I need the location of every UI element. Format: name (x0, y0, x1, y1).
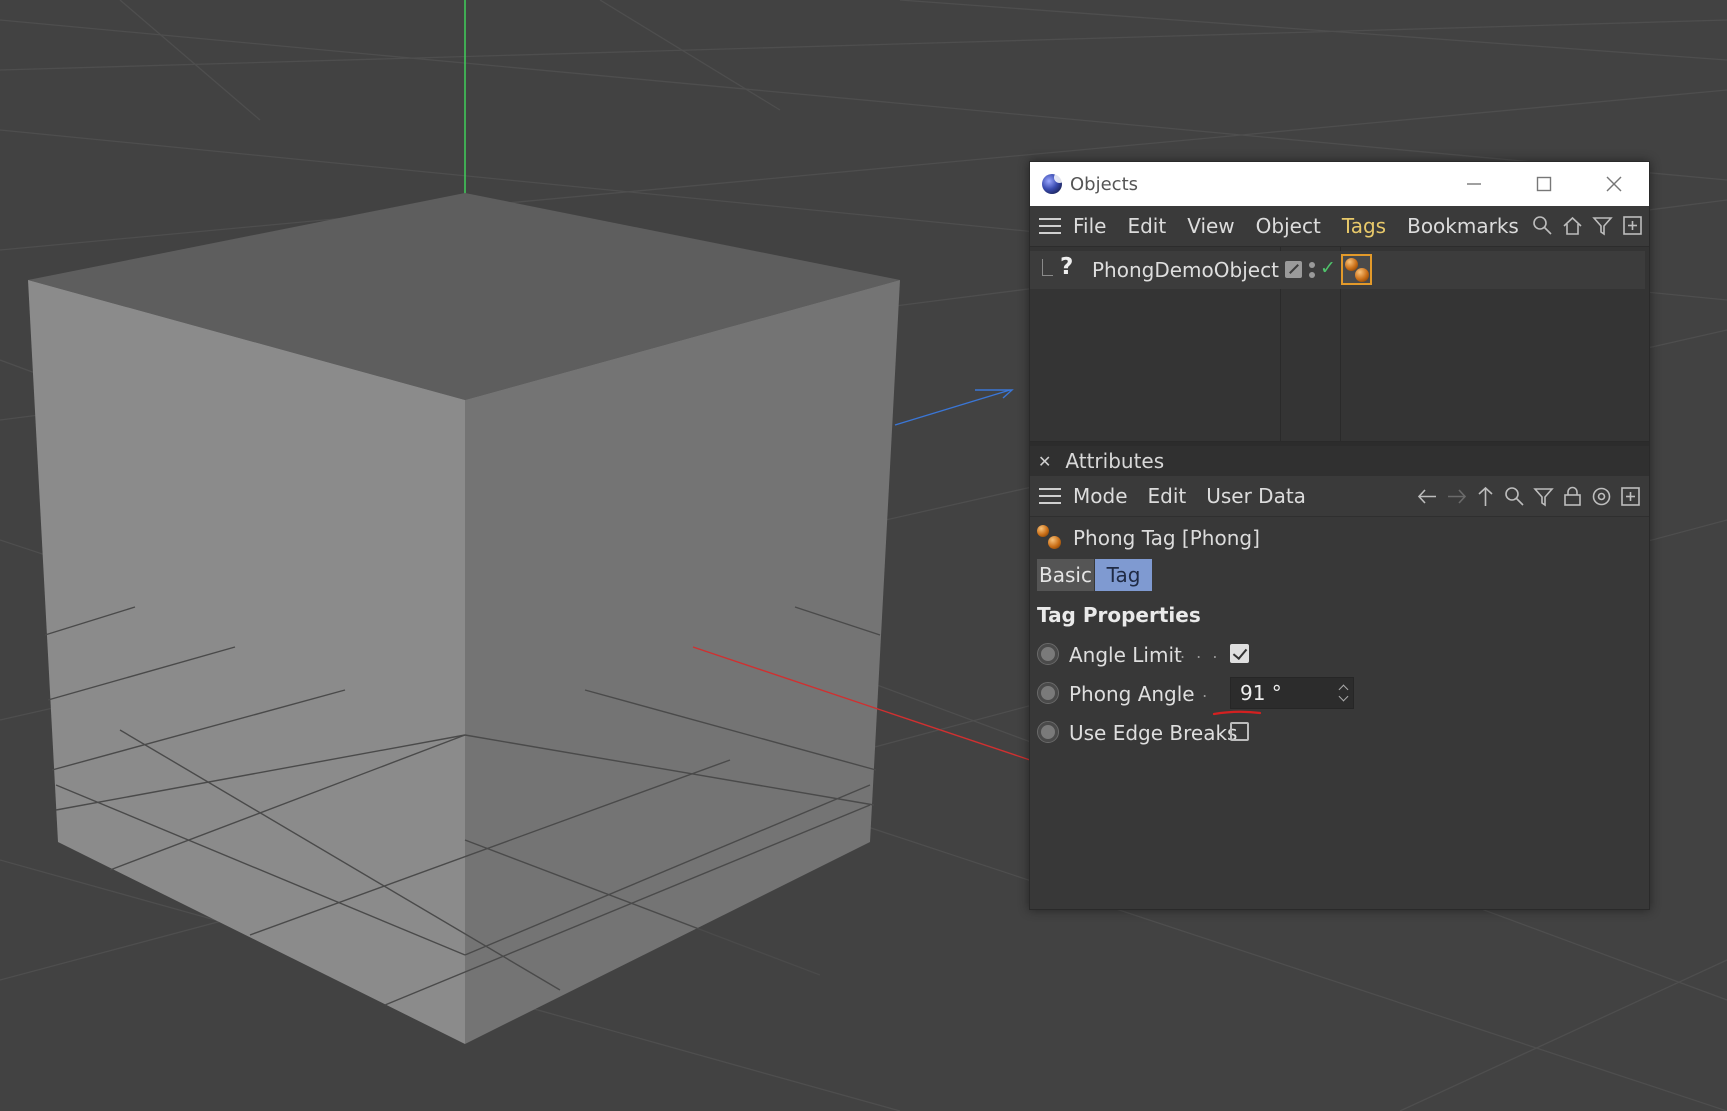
attributes-header: ✕ Attributes (1030, 442, 1649, 476)
maximize-icon (1536, 176, 1552, 192)
target-icon[interactable] (1591, 486, 1612, 507)
menu-edit[interactable]: Edit (1148, 484, 1187, 508)
use-edge-breaks-checkbox[interactable] (1230, 722, 1249, 741)
property-use-edge-breaks: Use Edge Breaks (1030, 713, 1649, 752)
tree-branch-line (1042, 259, 1053, 276)
menu-mode[interactable]: Mode (1073, 484, 1128, 508)
property-dots: . . (1186, 682, 1211, 701)
hamburger-menu-icon[interactable] (1039, 488, 1061, 504)
question-mark-icon: ? (1060, 254, 1074, 280)
close-panel-icon[interactable]: ✕ (1038, 452, 1051, 471)
forward-arrow-icon[interactable] (1446, 486, 1467, 507)
filter-icon[interactable] (1533, 486, 1554, 507)
phong-angle-input[interactable]: 91 ° (1230, 677, 1354, 709)
property-label: Use Edge Breaks (1069, 721, 1238, 745)
close-icon (1606, 176, 1622, 192)
property-label: Angle Limit (1069, 643, 1182, 667)
hamburger-menu-icon[interactable] (1039, 218, 1061, 234)
lock-icon[interactable] (1562, 486, 1583, 507)
visibility-dots-icon[interactable] (1309, 261, 1317, 279)
section-title: Tag Properties (1030, 593, 1649, 635)
minimize-icon (1467, 183, 1481, 185)
filter-icon[interactable] (1592, 215, 1613, 236)
section-title-text: Tag Properties (1037, 603, 1201, 627)
enabled-check-icon[interactable]: ✓ (1320, 257, 1336, 279)
animation-radio-button[interactable] (1037, 682, 1059, 704)
up-arrow-icon[interactable] (1475, 486, 1496, 507)
window-titlebar[interactable]: Objects (1030, 162, 1649, 206)
search-icon[interactable] (1504, 486, 1525, 507)
minimize-button[interactable] (1439, 162, 1509, 206)
objects-menubar: File Edit View Object Tags Bookmarks (1030, 206, 1649, 247)
cinema4d-logo-icon (1042, 172, 1065, 194)
object-name[interactable]: PhongDemoObject (1092, 258, 1279, 282)
window-title: Objects (1070, 173, 1139, 195)
phong-angle-value: 91 ° (1240, 681, 1282, 705)
cube-left-face[interactable] (28, 280, 465, 1044)
property-angle-limit: Angle Limit . . . (1030, 635, 1649, 674)
home-icon[interactable] (1562, 215, 1583, 236)
maximize-button[interactable] (1509, 162, 1579, 206)
tab-basic[interactable]: Basic (1037, 559, 1094, 591)
menu-bookmarks[interactable]: Bookmarks (1407, 214, 1519, 238)
menu-object[interactable]: Object (1256, 214, 1321, 238)
new-panel-icon[interactable] (1622, 215, 1643, 236)
back-arrow-icon[interactable] (1417, 486, 1438, 507)
object-list[interactable]: ? PhongDemoObject ✓ (1030, 247, 1649, 442)
attribute-tabs: Basic Tag (1030, 557, 1649, 593)
spinner-arrows-icon[interactable] (1339, 683, 1349, 703)
phong-tag-icon[interactable] (1341, 254, 1372, 285)
property-dots: . . . (1180, 643, 1221, 662)
close-button[interactable] (1579, 162, 1649, 206)
angle-limit-checkbox[interactable] (1230, 644, 1249, 663)
property-label: Phong Angle (1069, 682, 1195, 706)
cube-right-face[interactable] (465, 280, 900, 1044)
menu-file[interactable]: File (1073, 214, 1106, 238)
tag-title: Phong Tag [Phong] (1073, 526, 1260, 550)
search-icon[interactable] (1532, 215, 1553, 236)
new-panel-icon[interactable] (1620, 486, 1641, 507)
animation-radio-button[interactable] (1037, 643, 1059, 665)
phong-tag-icon (1037, 525, 1065, 553)
attributes-menubar: Mode Edit User Data (1030, 476, 1649, 517)
tab-tag[interactable]: Tag (1095, 559, 1152, 591)
menu-edit[interactable]: Edit (1127, 214, 1166, 238)
editable-icon[interactable] (1285, 261, 1302, 278)
property-phong-angle: Phong Angle . . 91 ° (1030, 674, 1649, 716)
menu-view[interactable]: View (1187, 214, 1234, 238)
animation-radio-button[interactable] (1037, 721, 1059, 743)
menu-tags[interactable]: Tags (1342, 214, 1386, 238)
attributes-title: Attributes (1065, 449, 1165, 473)
attributes-object-title: Phong Tag [Phong] (1030, 517, 1649, 557)
z-axis (894, 389, 1011, 426)
object-row[interactable]: ? PhongDemoObject ✓ (1030, 251, 1645, 289)
objects-window: Objects File Edit View Object Tags Bookm… (1029, 161, 1650, 910)
menu-user-data[interactable]: User Data (1206, 484, 1306, 508)
